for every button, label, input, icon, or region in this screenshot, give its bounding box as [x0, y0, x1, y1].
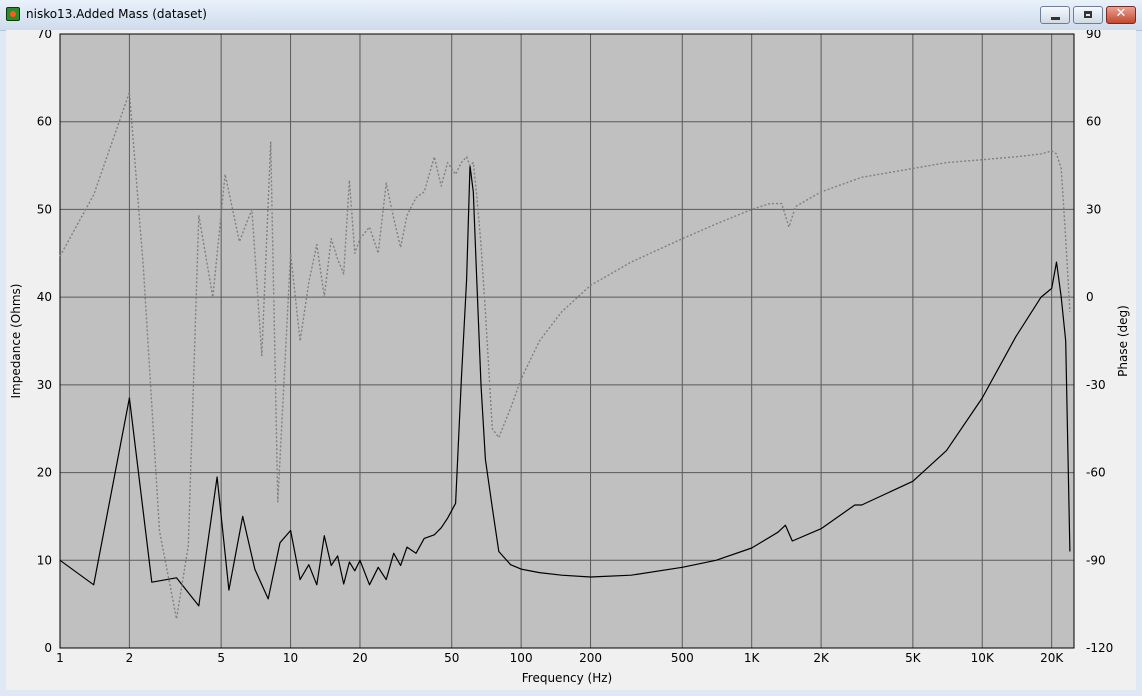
x-tick-label: 1K: [744, 651, 761, 665]
x-tick-label: 2K: [813, 651, 830, 665]
y-tick-label: 10: [37, 553, 52, 567]
x-tick-label: 20K: [1040, 651, 1064, 665]
minimize-button[interactable]: [1040, 6, 1070, 24]
maximize-icon: [1084, 11, 1092, 18]
x-tick-label: 2: [126, 651, 134, 665]
x-tick-label: 10K: [971, 651, 995, 665]
y2-tick-label: 90: [1086, 30, 1101, 41]
chart-client-area: 1 2 5 10 20 50 100 200 500 1K 2K 5K 10K 20K 0 10 20 30 40 5…: [6, 30, 1136, 690]
y-tick-label: 0: [44, 641, 52, 655]
y2-tick-label: 60: [1086, 115, 1101, 129]
x-tick-label: 1: [56, 651, 64, 665]
y-tick-label: 70: [37, 30, 52, 41]
x-axis-title: Frequency (Hz): [522, 671, 613, 685]
y2-tick-label: -30: [1086, 378, 1106, 392]
window-title-bar[interactable]: nisko13.Added Mass (dataset) ✕: [0, 0, 1142, 31]
y2-tick-label: -60: [1086, 466, 1106, 480]
close-icon: ✕: [1115, 6, 1127, 21]
x-tick-label: 50: [444, 651, 459, 665]
x-tick-label: 5: [217, 651, 225, 665]
y-axis-title: Impedance (Ohms): [9, 284, 23, 399]
y-tick-label: 60: [37, 115, 52, 129]
y2-axis-title: Phase (deg): [1116, 305, 1130, 377]
y2-tick-label: 0: [1086, 290, 1094, 304]
y2-tick-label: -90: [1086, 553, 1106, 567]
plot-area: [60, 34, 1074, 648]
y-tick-label: 20: [37, 466, 52, 480]
y-tick-label: 50: [37, 202, 52, 216]
y2-tick-label: 30: [1086, 202, 1101, 216]
x-tick-label: 10: [283, 651, 298, 665]
x-tick-label: 5K: [905, 651, 922, 665]
minimize-icon: [1051, 17, 1060, 20]
impedance-phase-chart: 1 2 5 10 20 50 100 200 500 1K 2K 5K 10K 20K0102030405…: [9, 30, 1130, 685]
x-tick-label: 20: [352, 651, 367, 665]
x-tick-label: 500: [671, 651, 694, 665]
x-tick-label: 200: [579, 651, 602, 665]
x-tick-label: 100: [510, 651, 533, 665]
y-tick-label: 30: [37, 378, 52, 392]
maximize-button[interactable]: [1073, 6, 1103, 24]
window-title: nisko13.Added Mass (dataset): [26, 7, 207, 21]
app-icon[interactable]: [6, 7, 20, 21]
y2-tick-label: -120: [1086, 641, 1113, 655]
y-tick-label: 40: [37, 290, 52, 304]
close-button[interactable]: ✕: [1106, 6, 1136, 24]
